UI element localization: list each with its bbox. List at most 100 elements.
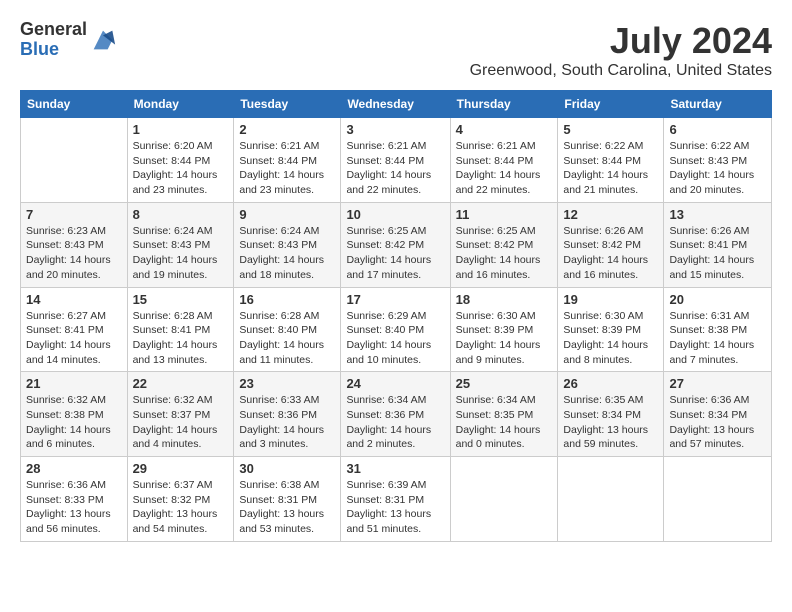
day-number: 28 xyxy=(26,461,122,476)
day-info: Sunrise: 6:21 AM Sunset: 8:44 PM Dayligh… xyxy=(239,139,335,198)
week-row-5: 28Sunrise: 6:36 AM Sunset: 8:33 PM Dayli… xyxy=(21,457,772,542)
day-header-wednesday: Wednesday xyxy=(341,91,450,118)
day-number: 24 xyxy=(346,376,444,391)
calendar-cell: 29Sunrise: 6:37 AM Sunset: 8:32 PM Dayli… xyxy=(127,457,234,542)
week-row-1: 1 Sunrise: 6:20 AM Sunset: 8:44 PM Daylig… xyxy=(21,118,772,203)
calendar-cell: 16 Sunrise: 6:28 AM Sunset: 8:40 PM Dayli… xyxy=(234,287,341,372)
week-row-4: 21Sunrise: 6:32 AM Sunset: 8:38 PM Dayli… xyxy=(21,372,772,457)
calendar-cell xyxy=(558,457,664,542)
day-number: 21 xyxy=(26,376,122,391)
day-number: 22 xyxy=(133,376,229,391)
week-row-2: 7Sunrise: 6:23 AM Sunset: 8:43 PM Daylig… xyxy=(21,202,772,287)
day-number: 20 xyxy=(669,292,766,307)
logo: General Blue xyxy=(20,20,117,60)
calendar-cell xyxy=(450,457,558,542)
day-number: 3 xyxy=(346,122,444,137)
day-info: Sunrise: 6:22 AM Sunset: 8:43 PM Dayligh… xyxy=(669,139,766,198)
day-info: Sunrise: 6:28 AM Sunset: 8:40 PM Dayligh… xyxy=(239,309,335,368)
day-info: Sunrise: 6:34 AM Sunset: 8:36 PM Dayligh… xyxy=(346,393,444,452)
calendar-cell: 22 Sunrise: 6:32 AM Sunset: 8:37 PM Dayli… xyxy=(127,372,234,457)
day-number: 19 xyxy=(563,292,658,307)
calendar-cell xyxy=(664,457,772,542)
day-number: 26 xyxy=(563,376,658,391)
day-number: 11 xyxy=(456,207,553,222)
day-number: 1 xyxy=(133,122,229,137)
location: Greenwood, South Carolina, United States xyxy=(470,62,772,80)
calendar-cell: 14 Sunrise: 6:27 AM Sunset: 8:41 PM Dayli… xyxy=(21,287,128,372)
day-number: 8 xyxy=(133,207,229,222)
logo-icon xyxy=(89,26,117,54)
calendar-cell: 27Sunrise: 6:36 AM Sunset: 8:34 PM Dayli… xyxy=(664,372,772,457)
day-info: Sunrise: 6:21 AM Sunset: 8:44 PM Dayligh… xyxy=(346,139,444,198)
day-header-monday: Monday xyxy=(127,91,234,118)
calendar-cell: 5 Sunrise: 6:22 AM Sunset: 8:44 PM Daylig… xyxy=(558,118,664,203)
day-info: Sunrise: 6:31 AM Sunset: 8:38 PM Dayligh… xyxy=(669,309,766,368)
day-info: Sunrise: 6:29 AM Sunset: 8:40 PM Dayligh… xyxy=(346,309,444,368)
day-info: Sunrise: 6:25 AM Sunset: 8:42 PM Dayligh… xyxy=(346,224,444,283)
day-info: Sunrise: 6:30 AM Sunset: 8:39 PM Dayligh… xyxy=(456,309,553,368)
day-number: 5 xyxy=(563,122,658,137)
calendar-cell: 2Sunrise: 6:21 AM Sunset: 8:44 PM Daylig… xyxy=(234,118,341,203)
header-row: SundayMondayTuesdayWednesdayThursdayFrid… xyxy=(21,91,772,118)
day-number: 30 xyxy=(239,461,335,476)
day-info: Sunrise: 6:26 AM Sunset: 8:42 PM Dayligh… xyxy=(563,224,658,283)
day-info: Sunrise: 6:21 AM Sunset: 8:44 PM Dayligh… xyxy=(456,139,553,198)
calendar-cell: 18 Sunrise: 6:30 AM Sunset: 8:39 PM Dayli… xyxy=(450,287,558,372)
day-number: 12 xyxy=(563,207,658,222)
calendar-cell: 20 Sunrise: 6:31 AM Sunset: 8:38 PM Dayli… xyxy=(664,287,772,372)
day-number: 4 xyxy=(456,122,553,137)
calendar-cell: 28Sunrise: 6:36 AM Sunset: 8:33 PM Dayli… xyxy=(21,457,128,542)
day-header-thursday: Thursday xyxy=(450,91,558,118)
calendar-cell: 12 Sunrise: 6:26 AM Sunset: 8:42 PM Dayli… xyxy=(558,202,664,287)
day-number: 31 xyxy=(346,461,444,476)
day-header-tuesday: Tuesday xyxy=(234,91,341,118)
day-header-friday: Friday xyxy=(558,91,664,118)
page-header: General Blue July 2024 Greenwood, South … xyxy=(20,20,772,80)
calendar-cell: 1 Sunrise: 6:20 AM Sunset: 8:44 PM Daylig… xyxy=(127,118,234,203)
calendar-cell: 21Sunrise: 6:32 AM Sunset: 8:38 PM Dayli… xyxy=(21,372,128,457)
day-info: Sunrise: 6:33 AM Sunset: 8:36 PM Dayligh… xyxy=(239,393,335,452)
day-info: Sunrise: 6:37 AM Sunset: 8:32 PM Dayligh… xyxy=(133,478,229,537)
calendar-cell: 30 Sunrise: 6:38 AM Sunset: 8:31 PM Dayli… xyxy=(234,457,341,542)
day-info: Sunrise: 6:30 AM Sunset: 8:39 PM Dayligh… xyxy=(563,309,658,368)
day-info: Sunrise: 6:32 AM Sunset: 8:37 PM Dayligh… xyxy=(133,393,229,452)
calendar-cell: 8 Sunrise: 6:24 AM Sunset: 8:43 PM Daylig… xyxy=(127,202,234,287)
day-info: Sunrise: 6:23 AM Sunset: 8:43 PM Dayligh… xyxy=(26,224,122,283)
day-number: 18 xyxy=(456,292,553,307)
calendar-cell: 10 Sunrise: 6:25 AM Sunset: 8:42 PM Dayli… xyxy=(341,202,450,287)
week-row-3: 14 Sunrise: 6:27 AM Sunset: 8:41 PM Dayli… xyxy=(21,287,772,372)
calendar-cell: 17 Sunrise: 6:29 AM Sunset: 8:40 PM Dayli… xyxy=(341,287,450,372)
calendar-table: SundayMondayTuesdayWednesdayThursdayFrid… xyxy=(20,90,772,542)
day-number: 25 xyxy=(456,376,553,391)
day-number: 13 xyxy=(669,207,766,222)
day-number: 6 xyxy=(669,122,766,137)
day-info: Sunrise: 6:20 AM Sunset: 8:44 PM Dayligh… xyxy=(133,139,229,198)
day-number: 17 xyxy=(346,292,444,307)
day-info: Sunrise: 6:36 AM Sunset: 8:34 PM Dayligh… xyxy=(669,393,766,452)
day-info: Sunrise: 6:22 AM Sunset: 8:44 PM Dayligh… xyxy=(563,139,658,198)
day-number: 15 xyxy=(133,292,229,307)
day-number: 10 xyxy=(346,207,444,222)
day-info: Sunrise: 6:28 AM Sunset: 8:41 PM Dayligh… xyxy=(133,309,229,368)
day-info: Sunrise: 6:26 AM Sunset: 8:41 PM Dayligh… xyxy=(669,224,766,283)
calendar-cell: 23 Sunrise: 6:33 AM Sunset: 8:36 PM Dayli… xyxy=(234,372,341,457)
calendar-cell: 31 Sunrise: 6:39 AM Sunset: 8:31 PM Dayli… xyxy=(341,457,450,542)
day-info: Sunrise: 6:38 AM Sunset: 8:31 PM Dayligh… xyxy=(239,478,335,537)
calendar-cell: 7Sunrise: 6:23 AM Sunset: 8:43 PM Daylig… xyxy=(21,202,128,287)
day-info: Sunrise: 6:24 AM Sunset: 8:43 PM Dayligh… xyxy=(133,224,229,283)
calendar-cell: 26Sunrise: 6:35 AM Sunset: 8:34 PM Dayli… xyxy=(558,372,664,457)
day-number: 16 xyxy=(239,292,335,307)
day-info: Sunrise: 6:39 AM Sunset: 8:31 PM Dayligh… xyxy=(346,478,444,537)
calendar-cell: 6 Sunrise: 6:22 AM Sunset: 8:43 PM Daylig… xyxy=(664,118,772,203)
day-header-saturday: Saturday xyxy=(664,91,772,118)
calendar-cell: 19 Sunrise: 6:30 AM Sunset: 8:39 PM Dayli… xyxy=(558,287,664,372)
title-section: July 2024 Greenwood, South Carolina, Uni… xyxy=(470,20,772,80)
day-number: 14 xyxy=(26,292,122,307)
calendar-cell: 24 Sunrise: 6:34 AM Sunset: 8:36 PM Dayli… xyxy=(341,372,450,457)
day-number: 23 xyxy=(239,376,335,391)
calendar-cell xyxy=(21,118,128,203)
day-info: Sunrise: 6:27 AM Sunset: 8:41 PM Dayligh… xyxy=(26,309,122,368)
calendar-cell: 13 Sunrise: 6:26 AM Sunset: 8:41 PM Dayli… xyxy=(664,202,772,287)
logo-blue: Blue xyxy=(20,40,87,60)
day-info: Sunrise: 6:34 AM Sunset: 8:35 PM Dayligh… xyxy=(456,393,553,452)
